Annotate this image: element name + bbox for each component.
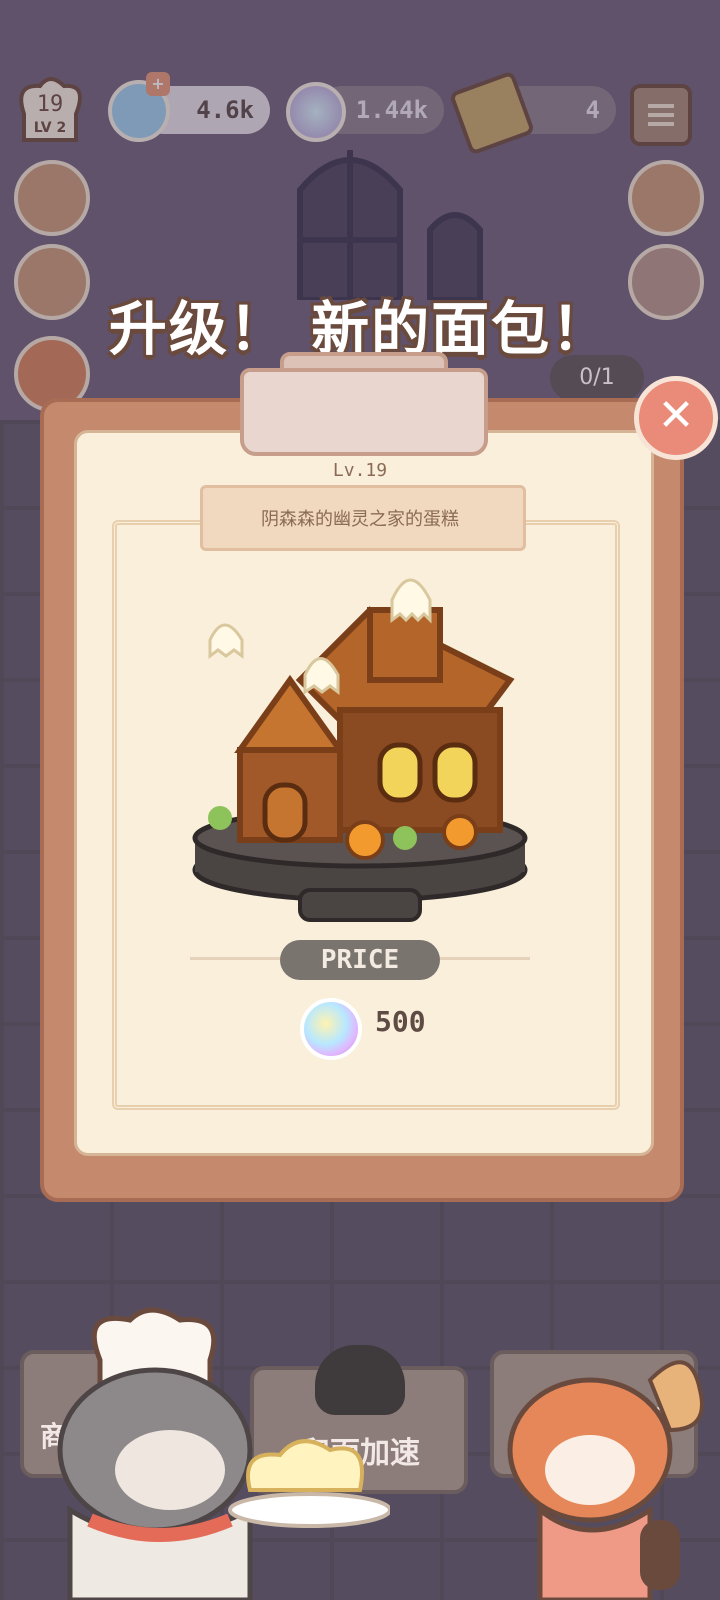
bread-name: 阴森森的幽灵之家的蛋糕 <box>261 509 459 530</box>
close-button[interactable]: ✕ <box>634 376 718 460</box>
close-icon: ✕ <box>657 390 695 441</box>
chef-bear-character <box>57 1307 390 1600</box>
price-label: PRICE <box>280 940 440 980</box>
price-value: 500 <box>375 1005 426 1038</box>
progress-counter: 0/1 <box>550 355 644 401</box>
rainbow-coin-icon <box>300 998 362 1060</box>
bread-level: Lv.19 <box>332 460 388 481</box>
haunted-house-cake-image <box>192 578 528 922</box>
clipboard-clip <box>240 368 488 456</box>
red-panda-character <box>507 1360 704 1600</box>
